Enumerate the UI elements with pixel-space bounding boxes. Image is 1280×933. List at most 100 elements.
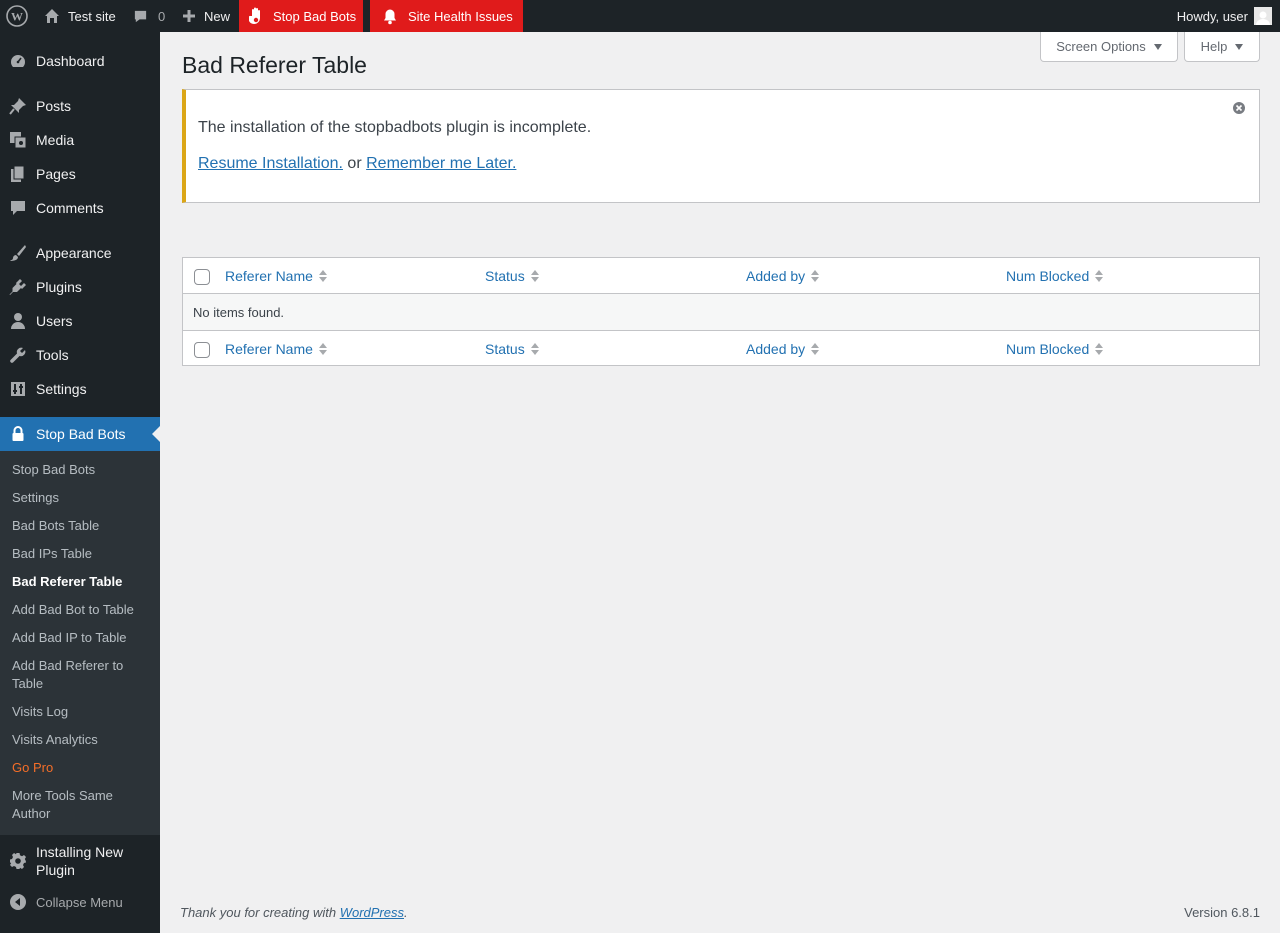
sidebar-item-label: Media: [36, 132, 75, 148]
column-label: Num Blocked: [1006, 341, 1090, 357]
footer-thanks-text: Thank you for creating with: [180, 905, 337, 920]
column-status[interactable]: Status: [485, 341, 539, 357]
table-row: No items found.: [183, 294, 1259, 330]
column-added-by[interactable]: Added by: [746, 268, 820, 284]
no-items-message: No items found.: [193, 305, 285, 320]
submenu-item-add-bad-bot[interactable]: Add Bad Bot to Table: [12, 601, 152, 619]
notice-message: The installation of the stopbadbots plug…: [198, 119, 592, 136]
sidebar-item-dashboard[interactable]: Dashboard: [0, 44, 160, 78]
howdy-label: Howdy, user: [1176, 8, 1248, 24]
sidebar-item-media[interactable]: Media: [0, 123, 160, 157]
gear-icon: [8, 851, 28, 871]
sidebar-item-label: Plugins: [36, 279, 82, 295]
my-account-link[interactable]: Howdy, user: [1177, 0, 1272, 32]
sidebar-item-label: Users: [36, 313, 73, 329]
submenu-item-visits-log[interactable]: Visits Log: [12, 703, 152, 721]
home-icon: [44, 8, 60, 24]
submenu-item-add-bad-referer[interactable]: Add Bad Referer to Table: [12, 657, 152, 693]
submenu-item-add-bad-ip[interactable]: Add Bad IP to Table: [12, 629, 152, 647]
collapse-icon: [8, 892, 28, 912]
sort-icon: [318, 270, 327, 282]
sidebar-item-pages[interactable]: Pages: [0, 157, 160, 191]
sidebar-item-settings[interactable]: Settings: [0, 372, 160, 406]
sidebar-item-label: Appearance: [36, 245, 112, 261]
sidebar-item-users[interactable]: Users: [0, 304, 160, 338]
submenu-item-visits-analytics[interactable]: Visits Analytics: [12, 731, 152, 749]
screen-options-button[interactable]: Screen Options: [1040, 32, 1178, 62]
stop-bad-bots-adminbar-label: Stop Bad Bots: [273, 8, 357, 24]
new-label: New: [204, 8, 231, 24]
screen-options-label: Screen Options: [1056, 39, 1146, 54]
dismiss-notice-icon[interactable]: [1232, 101, 1246, 115]
site-name-link[interactable]: Test site: [44, 0, 116, 32]
comment-bubble-icon: [133, 9, 148, 24]
footer-period: .: [404, 905, 408, 920]
comments-link[interactable]: 0: [133, 0, 165, 32]
comment-icon: [8, 198, 28, 218]
sidebar-item-comments[interactable]: Comments: [0, 191, 160, 225]
avatar: [1254, 7, 1272, 25]
help-label: Help: [1200, 39, 1228, 54]
sidebar-item-label: Settings: [36, 381, 87, 397]
site-health-link[interactable]: Site Health Issues: [370, 0, 523, 32]
sidebar-item-plugins[interactable]: Plugins: [0, 270, 160, 304]
submenu-item-stop-bad-bots[interactable]: Stop Bad Bots: [12, 461, 152, 479]
sidebar-item-label: Pages: [36, 166, 76, 182]
wordpress-logo-icon[interactable]: W: [6, 0, 28, 32]
page-title: Bad Referer Table: [182, 52, 367, 78]
submenu-item-bad-referer-table[interactable]: Bad Referer Table: [12, 573, 152, 591]
help-button[interactable]: Help: [1184, 32, 1260, 62]
sidebar-item-posts[interactable]: Posts: [0, 89, 160, 123]
caret-down-icon: [1235, 43, 1244, 50]
column-label: Added by: [746, 341, 806, 357]
hand-stop-icon: [247, 6, 265, 26]
comments-count: 0: [158, 8, 166, 24]
sort-icon: [530, 343, 539, 355]
column-label: Num Blocked: [1006, 268, 1090, 284]
column-status[interactable]: Status: [485, 268, 539, 284]
sidebar-item-stop-bad-bots[interactable]: Stop Bad Bots: [0, 417, 160, 451]
brush-icon: [8, 243, 28, 263]
stop-bad-bots-submenu: Stop Bad Bots Settings Bad Bots Table Ba…: [0, 451, 160, 835]
column-label: Status: [485, 268, 525, 284]
media-icon: [8, 130, 28, 150]
sort-icon: [1095, 343, 1104, 355]
submenu-item-bad-ips-table[interactable]: Bad IPs Table: [12, 545, 152, 563]
admin-bar: W Test site 0 New Stop Bad Bots Site Hea…: [0, 0, 1280, 32]
remember-later-link[interactable]: Remember me Later.: [366, 155, 516, 172]
footer-version: Version 6.8.1: [1184, 905, 1260, 920]
column-num-blocked[interactable]: Num Blocked: [1006, 341, 1104, 357]
submenu-item-more-tools[interactable]: More Tools Same Author: [12, 787, 152, 823]
bell-icon: [382, 8, 398, 25]
plug-icon: [8, 277, 28, 297]
column-referer-name[interactable]: Referer Name: [225, 268, 327, 284]
select-all-checkbox[interactable]: [194, 269, 210, 285]
sidebar-item-label: Collapse Menu: [36, 894, 123, 910]
stop-bad-bots-adminbar-link[interactable]: Stop Bad Bots: [239, 0, 363, 32]
sort-icon: [530, 270, 539, 282]
notice-or-text: or: [347, 155, 362, 172]
new-content-link[interactable]: New: [182, 0, 230, 32]
sidebar-item-installing-new-plugin[interactable]: Installing New Plugin: [0, 842, 160, 880]
wordpress-link[interactable]: WordPress: [340, 905, 404, 920]
referer-table: Referer Name Status Added by Num Blocked…: [182, 257, 1260, 366]
select-all-checkbox[interactable]: [194, 342, 210, 358]
column-added-by[interactable]: Added by: [746, 341, 820, 357]
dashboard-icon: [8, 51, 28, 71]
resume-installation-link[interactable]: Resume Installation.: [198, 155, 343, 172]
column-label: Referer Name: [225, 341, 313, 357]
submenu-item-go-pro[interactable]: Go Pro: [12, 759, 152, 777]
sidebar-item-appearance[interactable]: Appearance: [0, 236, 160, 270]
sidebar-item-label: Dashboard: [36, 53, 105, 69]
notice-actions: Resume Installation. or Remember me Late…: [198, 155, 516, 173]
wrench-icon: [8, 345, 28, 365]
submenu-item-bad-bots-table[interactable]: Bad Bots Table: [12, 517, 152, 535]
sidebar-item-tools[interactable]: Tools: [0, 338, 160, 372]
submenu-item-settings[interactable]: Settings: [12, 489, 152, 507]
column-referer-name[interactable]: Referer Name: [225, 341, 327, 357]
collapse-menu-button[interactable]: Collapse Menu: [0, 885, 160, 919]
column-label: Referer Name: [225, 268, 313, 284]
sidebar-item-label: Comments: [36, 200, 104, 216]
sort-icon: [1095, 270, 1104, 282]
column-num-blocked[interactable]: Num Blocked: [1006, 268, 1104, 284]
